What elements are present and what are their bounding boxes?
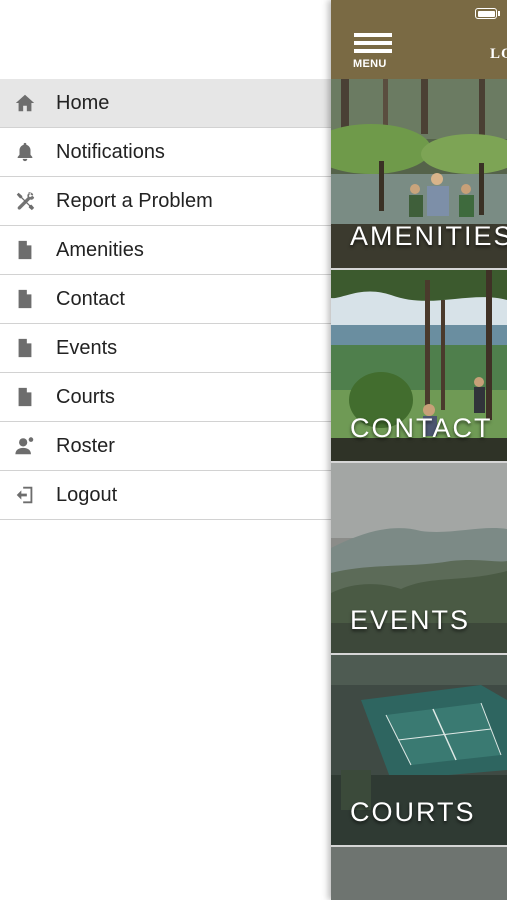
menu-item-label: Report a Problem: [56, 189, 213, 212]
menu-item-label: Amenities: [56, 238, 144, 261]
document-icon: [13, 385, 37, 409]
menu-item-events[interactable]: Events: [0, 324, 331, 373]
menu-item-contact[interactable]: Contact: [0, 275, 331, 324]
menu-button[interactable]: MENU: [353, 33, 395, 73]
tile-events[interactable]: EVENTS: [331, 463, 507, 653]
document-icon: [13, 238, 37, 262]
tile-next-partial[interactable]: [331, 847, 507, 900]
person-icon: [13, 434, 37, 458]
menu-button-label: MENU: [353, 58, 387, 70]
tile-label: CONTACT: [350, 413, 493, 443]
menu-item-report-problem[interactable]: Report a Problem: [0, 177, 331, 226]
header-logo: LO: [490, 46, 507, 62]
app-header: MENU LO: [331, 0, 507, 79]
main-content-panel[interactable]: MENU LO AMENITIES: [331, 0, 507, 900]
menu-item-label: Roster: [56, 434, 115, 457]
tile-label: EVENTS: [350, 605, 471, 635]
menu-item-label: Notifications: [56, 140, 165, 163]
menu-item-courts[interactable]: Courts: [0, 373, 331, 422]
tile-contact[interactable]: CONTACT: [331, 270, 507, 461]
menu-item-roster[interactable]: Roster: [0, 422, 331, 471]
logout-icon: [13, 483, 37, 507]
menu-item-label: Courts: [56, 385, 115, 408]
tools-icon: [13, 189, 37, 213]
menu-item-logout[interactable]: Logout: [0, 471, 331, 520]
bell-icon: [13, 140, 37, 164]
tile-courts[interactable]: COURTS: [331, 655, 507, 845]
menu-item-label: Contact: [56, 287, 125, 310]
menu-item-label: Home: [56, 91, 110, 114]
tile-label: AMENITIES: [350, 221, 507, 251]
side-drawer: Home Notifications Report a Problem Amen…: [0, 0, 331, 900]
home-icon: [13, 91, 37, 115]
document-icon: [13, 287, 37, 311]
menu-item-label: Events: [56, 336, 118, 359]
drawer-menu: Home Notifications Report a Problem Amen…: [0, 79, 331, 520]
tile-amenities[interactable]: AMENITIES: [331, 79, 507, 268]
menu-item-home[interactable]: Home: [0, 79, 331, 128]
menu-item-notifications[interactable]: Notifications: [0, 128, 331, 177]
menu-item-label: Logout: [56, 483, 118, 506]
battery-icon: [475, 8, 497, 19]
menu-item-amenities[interactable]: Amenities: [0, 226, 331, 275]
tile-label: COURTS: [350, 797, 476, 827]
document-icon: [13, 336, 37, 360]
